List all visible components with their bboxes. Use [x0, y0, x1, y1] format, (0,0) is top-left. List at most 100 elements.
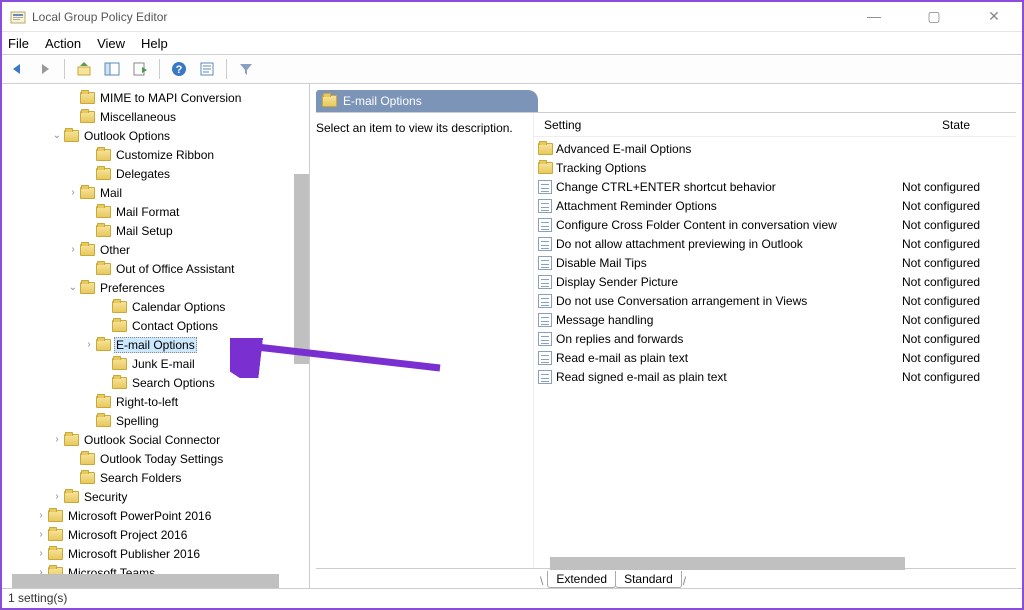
tree-node[interactable]: Junk E-mail [2, 354, 305, 373]
expander-closed-icon[interactable]: › [66, 244, 80, 255]
detail-body: Select an item to view its description. … [316, 112, 1016, 568]
tree-node-label: Mail [98, 186, 124, 200]
tree-node-label: Microsoft Publisher 2016 [66, 547, 202, 561]
tree-node[interactable]: Mail Format [2, 202, 305, 221]
column-state[interactable]: State [896, 118, 1016, 132]
minimize-button[interactable]: — [854, 8, 894, 25]
tree-node[interactable]: ›Outlook Social Connector [2, 430, 305, 449]
forward-button[interactable] [34, 58, 56, 80]
menu-help[interactable]: Help [141, 36, 168, 51]
tree-node[interactable]: Customize Ribbon [2, 145, 305, 164]
list-item[interactable]: Message handlingNot configured [534, 310, 1016, 329]
folder-icon [48, 529, 63, 541]
show-hide-tree-button[interactable] [101, 58, 123, 80]
app-icon [10, 9, 26, 25]
tree-node-label: Security [82, 490, 129, 504]
expander-closed-icon[interactable]: › [82, 339, 96, 350]
tree-node[interactable]: Mail Setup [2, 221, 305, 240]
setting-name: Message handling [556, 313, 896, 327]
list-item[interactable]: Configure Cross Folder Content in conver… [534, 215, 1016, 234]
expander-closed-icon[interactable]: › [34, 548, 48, 559]
tree-node[interactable]: ›Microsoft PowerPoint 2016 [2, 506, 305, 525]
tree-node[interactable]: Outlook Today Settings [2, 449, 305, 468]
tree-node[interactable]: Calendar Options [2, 297, 305, 316]
setting-state: Not configured [896, 313, 1016, 327]
list-item[interactable]: Read e-mail as plain textNot configured [534, 348, 1016, 367]
setting-name: Display Sender Picture [556, 275, 896, 289]
filter-button[interactable] [235, 58, 257, 80]
tree-node-label: Spelling [114, 414, 161, 428]
list-item[interactable]: Change CTRL+ENTER shortcut behaviorNot c… [534, 177, 1016, 196]
tab-standard[interactable]: Standard [615, 571, 682, 588]
expander-closed-icon[interactable]: › [50, 491, 64, 502]
tree-node[interactable]: › Other [2, 240, 305, 259]
export-list-button[interactable] [129, 58, 151, 80]
folder-icon [112, 301, 127, 313]
expander-closed-icon[interactable]: › [50, 434, 64, 445]
menu-action[interactable]: Action [45, 36, 81, 51]
tree-node[interactable]: Right-to-left [2, 392, 305, 411]
tree-node[interactable]: ⌄ Preferences [2, 278, 305, 297]
back-button[interactable] [6, 58, 28, 80]
description-column: Select an item to view its description. [316, 113, 534, 568]
tree-node-label: E-mail Options [114, 337, 197, 353]
list-item[interactable]: Disable Mail TipsNot configured [534, 253, 1016, 272]
tree-node[interactable]: Spelling [2, 411, 305, 430]
tree-node[interactable]: ›Microsoft Project 2016 [2, 525, 305, 544]
detail-tabs: \ Extended Standard / [316, 568, 1016, 588]
window-title: Local Group Policy Editor [32, 10, 167, 24]
tree-node[interactable]: MIME to MAPI Conversion [2, 88, 305, 107]
list-item[interactable]: Do not use Conversation arrangement in V… [534, 291, 1016, 310]
tree-horizontal-scrollbar[interactable] [12, 574, 279, 588]
detail-horizontal-scrollbar[interactable] [550, 557, 905, 570]
maximize-button[interactable]: ▢ [914, 8, 954, 25]
list-item[interactable]: Read signed e-mail as plain textNot conf… [534, 367, 1016, 386]
tree-node[interactable]: Out of Office Assistant [2, 259, 305, 278]
tree-node[interactable]: › Security [2, 487, 305, 506]
tree-vertical-scrollbar[interactable] [294, 174, 309, 364]
list-item[interactable]: Attachment Reminder OptionsNot configure… [534, 196, 1016, 215]
help-button[interactable]: ? [168, 58, 190, 80]
list-item[interactable]: Tracking Options [534, 158, 1016, 177]
expander-closed-icon[interactable]: › [34, 510, 48, 521]
tree-node-label: Preferences [98, 281, 167, 295]
setting-state: Not configured [896, 332, 1016, 346]
tree-node[interactable]: ›Microsoft Teams [2, 563, 305, 574]
expander-open-icon[interactable]: ⌄ [66, 282, 80, 293]
tree[interactable]: MIME to MAPI ConversionMiscellaneous⌄Out… [2, 84, 305, 574]
up-button[interactable] [73, 58, 95, 80]
setting-state: Not configured [896, 180, 1016, 194]
list-item[interactable]: Advanced E-mail Options [534, 139, 1016, 158]
expander-closed-icon[interactable]: › [66, 187, 80, 198]
list-item[interactable]: Do not allow attachment previewing in Ou… [534, 234, 1016, 253]
tab-extended[interactable]: Extended [547, 571, 616, 588]
tree-node[interactable]: Delegates [2, 164, 305, 183]
tree-node[interactable]: Search Folders [2, 468, 305, 487]
folder-icon [80, 282, 95, 294]
menu-file[interactable]: File [8, 36, 29, 51]
tree-node[interactable]: › E-mail Options [2, 335, 305, 354]
expander-closed-icon[interactable]: › [34, 567, 48, 574]
list-item[interactable]: Display Sender PictureNot configured [534, 272, 1016, 291]
tree-node-label: Other [98, 243, 132, 257]
expander-open-icon[interactable]: ⌄ [50, 130, 64, 141]
tree-node[interactable]: › Microsoft Publisher 2016 [2, 544, 305, 563]
tree-node[interactable]: Contact Options [2, 316, 305, 335]
tree-node-label: Out of Office Assistant [114, 262, 237, 276]
folder-icon [96, 168, 111, 180]
tree-node[interactable]: Search Options [2, 373, 305, 392]
settings-list: Setting State Advanced E-mail OptionsTra… [534, 113, 1016, 568]
menu-view[interactable]: View [97, 36, 125, 51]
list-item[interactable]: On replies and forwardsNot configured [534, 329, 1016, 348]
close-button[interactable]: ✕ [974, 8, 1014, 25]
folder-icon [64, 491, 79, 503]
tree-node[interactable]: Miscellaneous [2, 107, 305, 126]
menubar: File Action View Help [2, 32, 1022, 54]
folder-icon [80, 92, 95, 104]
folder-icon [80, 453, 95, 465]
tree-node[interactable]: ⌄Outlook Options [2, 126, 305, 145]
tree-node[interactable]: › Mail [2, 183, 305, 202]
expander-closed-icon[interactable]: › [34, 529, 48, 540]
properties-button[interactable] [196, 58, 218, 80]
column-setting[interactable]: Setting [534, 118, 896, 132]
